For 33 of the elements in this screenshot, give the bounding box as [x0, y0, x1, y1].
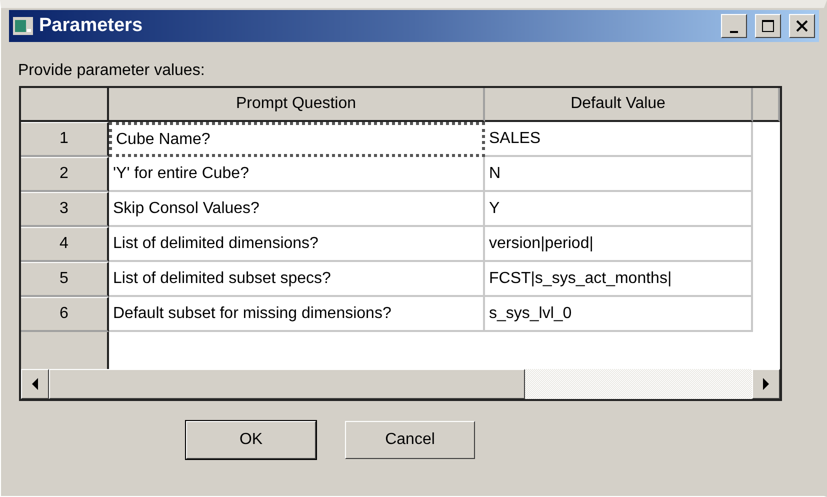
maximize-button[interactable] — [755, 14, 781, 38]
row-header[interactable]: 3 — [21, 192, 109, 227]
row-header[interactable]: 5 — [21, 262, 109, 297]
ok-button[interactable]: OK — [186, 421, 316, 459]
table-cell[interactable]: Default subset for missing dimensions? — [109, 297, 485, 332]
scroll-thumb[interactable] — [49, 369, 525, 399]
scroll-right-button[interactable] — [752, 369, 780, 399]
scroll-left-button[interactable] — [21, 369, 49, 399]
close-icon — [796, 20, 808, 32]
table-cell[interactable]: Skip Consol Values? — [109, 192, 485, 227]
prompt-label: Provide parameter values: — [18, 62, 206, 80]
table-cell[interactable]: 'Y' for entire Cube? — [109, 157, 485, 192]
column-header — [753, 88, 780, 122]
minimize-button[interactable] — [721, 14, 747, 38]
column-header[interactable]: Prompt Question — [109, 88, 485, 122]
table-cell[interactable]: s_sys_lvl_0 — [485, 297, 753, 332]
minimize-icon — [730, 31, 738, 33]
cancel-button[interactable]: Cancel — [345, 421, 475, 459]
row-header[interactable]: 4 — [21, 227, 109, 262]
left-arrow-icon — [31, 378, 39, 390]
row-header[interactable]: 1 — [21, 122, 109, 157]
horizontal-scrollbar[interactable] — [21, 369, 780, 399]
table-cell[interactable]: List of delimited subset specs? — [109, 262, 485, 297]
maximize-icon — [761, 19, 775, 33]
column-header[interactable]: Default Value — [485, 88, 753, 122]
window-title: Parameters — [39, 15, 144, 37]
close-button[interactable] — [789, 14, 815, 38]
table-cell[interactable]: Cube Name? — [109, 122, 485, 157]
right-arrow-icon — [762, 378, 770, 390]
table-cell[interactable]: List of delimited dimensions? — [109, 227, 485, 262]
row-header[interactable]: 2 — [21, 157, 109, 192]
row-header[interactable]: 6 — [21, 297, 109, 332]
window-icon — [13, 17, 33, 35]
